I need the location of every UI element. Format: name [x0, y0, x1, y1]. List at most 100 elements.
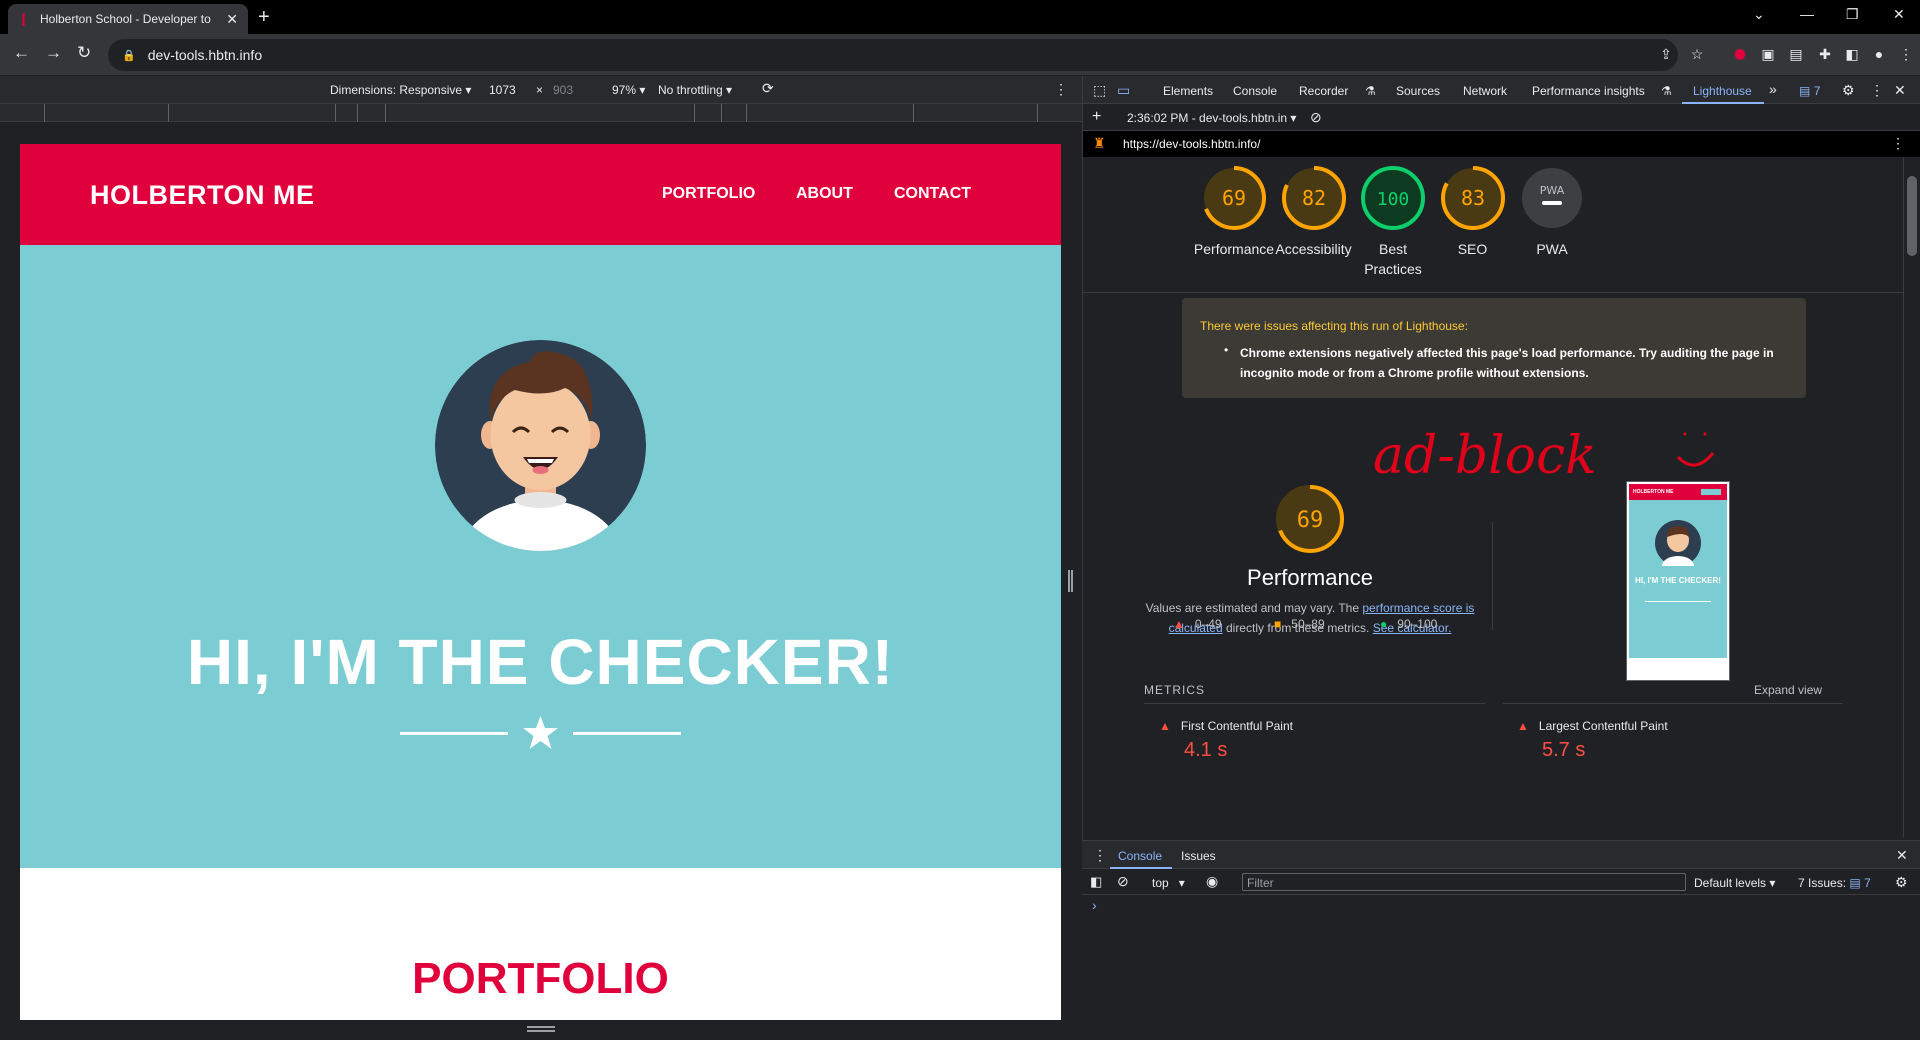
width-input[interactable]: 1073 [489, 83, 516, 97]
report-url[interactable]: https://dev-tools.hbtn.info/ [1123, 137, 1260, 151]
levels-select[interactable]: Default levels ▾ [1694, 876, 1775, 890]
share-icon[interactable]: ⇪ [1657, 46, 1675, 64]
zoom-select[interactable]: 97% ▾ [612, 83, 645, 97]
extension-icon[interactable]: ▣ [1759, 46, 1777, 64]
thumb-nav [1701, 489, 1721, 495]
viewport-height-handle[interactable] [527, 1026, 555, 1032]
tab-performance-insights[interactable]: Performance insights [1532, 84, 1645, 98]
height-input[interactable]: 903 [553, 83, 573, 97]
tab-lighthouse[interactable]: Lighthouse [1693, 84, 1752, 98]
devtools-menu-icon[interactable]: ⋮ [1870, 82, 1884, 99]
tab-console[interactable]: Console [1233, 84, 1277, 98]
tab-sources[interactable]: Sources [1396, 84, 1440, 98]
context-select[interactable]: top ▾ [1152, 876, 1185, 890]
dimensions-select[interactable]: Dimensions: Responsive ▾ [330, 83, 471, 97]
drawer-close-icon[interactable]: ✕ [1896, 847, 1908, 864]
report-selector[interactable]: 2:36:02 PM - dev-tools.hbtn.in ▾ [1127, 111, 1296, 125]
devtools-close-icon[interactable]: ✕ [1894, 82, 1906, 99]
tab-recorder[interactable]: Recorder [1299, 84, 1348, 98]
dimensions-label: Dimensions: Responsive [330, 83, 463, 97]
legend-fail: ▲ 0–49 [1173, 617, 1222, 631]
puzzle-extensions-icon[interactable]: ✚ [1816, 46, 1834, 64]
page-screenshot-thumbnail[interactable]: HOLBERTON ME HI, I'M THE CHECKER! [1626, 481, 1730, 681]
rotate-icon[interactable]: ⟳ [762, 80, 774, 97]
browser-tab[interactable]: ❙ Holberton School - Developer to ✕ [8, 4, 248, 34]
sidebar-toggle-icon[interactable]: ◧ [1090, 874, 1102, 890]
address-bar[interactable]: 🔒 dev-tools.hbtn.info [108, 39, 1678, 71]
avatar [435, 340, 646, 551]
profile-avatar-icon[interactable]: ● [1870, 46, 1888, 64]
score-gauge-pwa[interactable]: PWA [1518, 164, 1586, 232]
clear-reports-icon[interactable]: ⊘ [1310, 109, 1322, 126]
divider [1083, 292, 1903, 293]
inspect-element-icon[interactable]: ⬚ [1093, 82, 1106, 99]
side-panel-icon[interactable]: ◧ [1843, 46, 1861, 64]
drawer-tab-issues[interactable]: Issues [1181, 849, 1216, 863]
site-brand[interactable]: HOLBERTON ME [90, 180, 315, 211]
minimize-icon[interactable]: — [1800, 6, 1814, 22]
nav-about-link[interactable]: ABOUT [796, 185, 853, 203]
hero-title: HI, I'M THE CHECKER! [186, 626, 895, 698]
flask-icon: ⚗ [1661, 84, 1672, 98]
issues-badge[interactable]: ▤ 7 [1799, 84, 1820, 98]
tab-close-icon[interactable]: ✕ [226, 11, 238, 28]
metrics-heading: METRICS [1144, 683, 1205, 697]
pwa-badge-text: PWA [1540, 184, 1565, 197]
drawer-tab-console[interactable]: Console [1118, 849, 1162, 863]
eye-icon[interactable]: ◉ [1206, 873, 1218, 890]
more-tabs-icon[interactable]: » [1769, 81, 1777, 97]
tab-network[interactable]: Network [1463, 84, 1507, 98]
bookmark-star-icon[interactable]: ☆ [1688, 46, 1706, 64]
scrollbar-thumb[interactable] [1907, 176, 1917, 256]
adblock-extension-icon[interactable]: ⬣ [1731, 46, 1749, 64]
performance-title: Performance [1247, 565, 1373, 590]
back-icon[interactable]: ← [13, 43, 30, 63]
menu-kebab-icon[interactable]: ⋮ [1897, 46, 1915, 64]
star-icon [523, 716, 558, 749]
restore-icon[interactable]: ❐ [1846, 6, 1859, 23]
triangle-icon: ▲ [1159, 719, 1171, 733]
score-gauge-accessibility[interactable]: 82 [1280, 164, 1348, 232]
score-gauge-best-practices[interactable]: 100 [1359, 164, 1427, 232]
annotation-text: ad-block [1373, 426, 1597, 486]
issues-count: 7 [1864, 876, 1871, 890]
metric-fcp-name: First Contentful Paint [1180, 719, 1293, 733]
times-sign: × [536, 83, 544, 97]
holberton-favicon-icon: ❙ [18, 11, 29, 26]
new-tab-button[interactable]: + [258, 6, 270, 29]
throttling-select[interactable]: No throttling ▾ [658, 83, 732, 97]
run-warnings-box: There were issues affecting this run of … [1182, 298, 1806, 398]
viewport-resize-handle[interactable] [1068, 570, 1073, 592]
report-scrollbar[interactable] [1903, 157, 1920, 837]
tab-search-icon[interactable]: ⌄ [1753, 6, 1765, 23]
score-gauge-performance[interactable]: 69 [1200, 164, 1268, 232]
nav-portfolio-link[interactable]: PORTFOLIO [662, 185, 755, 203]
console-settings-gear-icon[interactable]: ⚙ [1895, 874, 1908, 891]
clear-console-icon[interactable]: ⊘ [1117, 873, 1129, 890]
console-filter-input[interactable]: Filter [1242, 873, 1686, 891]
settings-gear-icon[interactable]: ⚙ [1842, 82, 1855, 99]
drawer-menu-icon[interactable]: ⋮ [1093, 847, 1107, 864]
device-menu-icon[interactable]: ⋮ [1054, 81, 1068, 98]
score-gauge-seo[interactable]: 83 [1439, 164, 1507, 232]
portfolio-title: PORTFOLIO [412, 954, 669, 1003]
window-close-icon[interactable]: ✕ [1893, 6, 1905, 23]
nav-contact-link[interactable]: CONTACT [894, 185, 971, 203]
tab-elements[interactable]: Elements [1163, 84, 1213, 98]
triangle-icon: ▲ [1173, 617, 1185, 631]
media-query-ruler[interactable] [0, 104, 1082, 122]
forward-icon[interactable]: → [45, 43, 62, 63]
lighthouse-report: 69 Performance 82 Accessibility 100 Best Pract… [1083, 157, 1903, 837]
console-prompt[interactable]: › [1092, 897, 1097, 913]
gauge-score: 69 [1222, 186, 1246, 210]
issues-counter[interactable]: 7 Issues: ▤ 7 [1798, 876, 1871, 890]
expand-view-button[interactable]: Expand view [1754, 683, 1822, 697]
report-menu-icon[interactable]: ⋮ [1891, 135, 1905, 152]
lighthouse-logo-icon: ♜ [1093, 135, 1106, 151]
warnings-heading: There were issues affecting this run of … [1200, 319, 1468, 333]
reload-icon[interactable]: ↻ [77, 43, 91, 63]
tab-strip: ❙ Holberton School - Developer to ✕ + ⌄ … [0, 0, 1920, 34]
device-toggle-icon[interactable]: ▭ [1117, 82, 1130, 99]
new-report-icon[interactable]: + [1092, 108, 1101, 126]
extension-icon[interactable]: ▤ [1787, 46, 1805, 64]
